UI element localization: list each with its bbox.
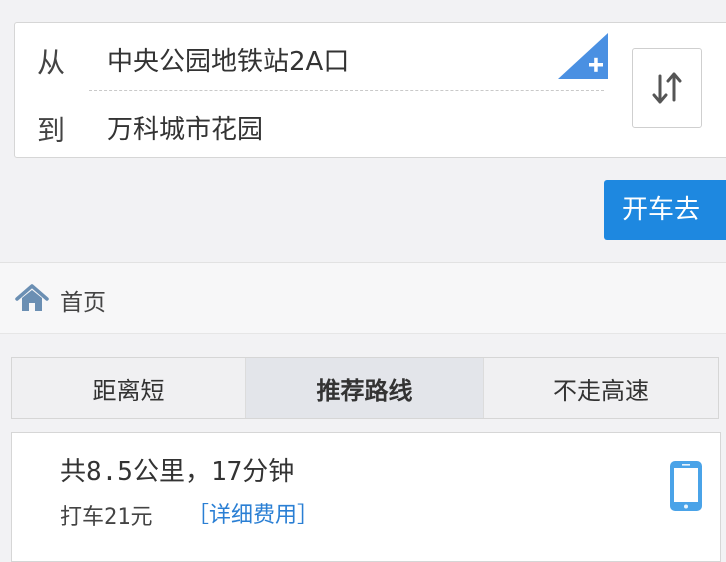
tab-recommended-route[interactable]: 推荐路线: [246, 358, 484, 418]
tab-shortest-distance[interactable]: 距离短: [12, 358, 246, 418]
tab-avoid-highways[interactable]: 不走高速: [484, 358, 718, 418]
origin-input[interactable]: 中央公园地铁站2A口: [107, 41, 349, 78]
destination-label: 到: [37, 114, 66, 147]
origin-label: 从: [37, 46, 66, 79]
taxi-fare-text: 打车21元: [60, 505, 153, 530]
destination-row[interactable]: 到 万科城市花园: [15, 91, 726, 157]
plus-corner-icon[interactable]: [558, 33, 608, 79]
home-icon[interactable]: [15, 283, 49, 313]
origin-row[interactable]: 从 中央公园地铁站2A口: [15, 23, 726, 89]
swap-button[interactable]: [632, 48, 702, 128]
route-result-card[interactable]: 共8.5公里，17分钟 打车21元 ［详细费用］: [11, 432, 721, 562]
breadcrumb-home-link[interactable]: 首页: [60, 283, 106, 317]
route-option-tabs: 距离短 推荐路线 不走高速: [11, 357, 719, 419]
route-input-box: 从 中央公园地铁站2A口 到 万科城市花园: [14, 22, 726, 158]
drive-button[interactable]: 开车去: [604, 180, 726, 240]
section-divider: [0, 333, 726, 334]
swap-arrows-icon: [652, 72, 682, 104]
fare-details-link[interactable]: ［详细费用］: [187, 497, 319, 529]
route-summary: 共8.5公里，17分钟: [60, 457, 295, 487]
phone-icon[interactable]: [668, 459, 704, 513]
destination-input[interactable]: 万科城市花园: [107, 109, 263, 146]
breadcrumb: 首页: [0, 263, 726, 333]
